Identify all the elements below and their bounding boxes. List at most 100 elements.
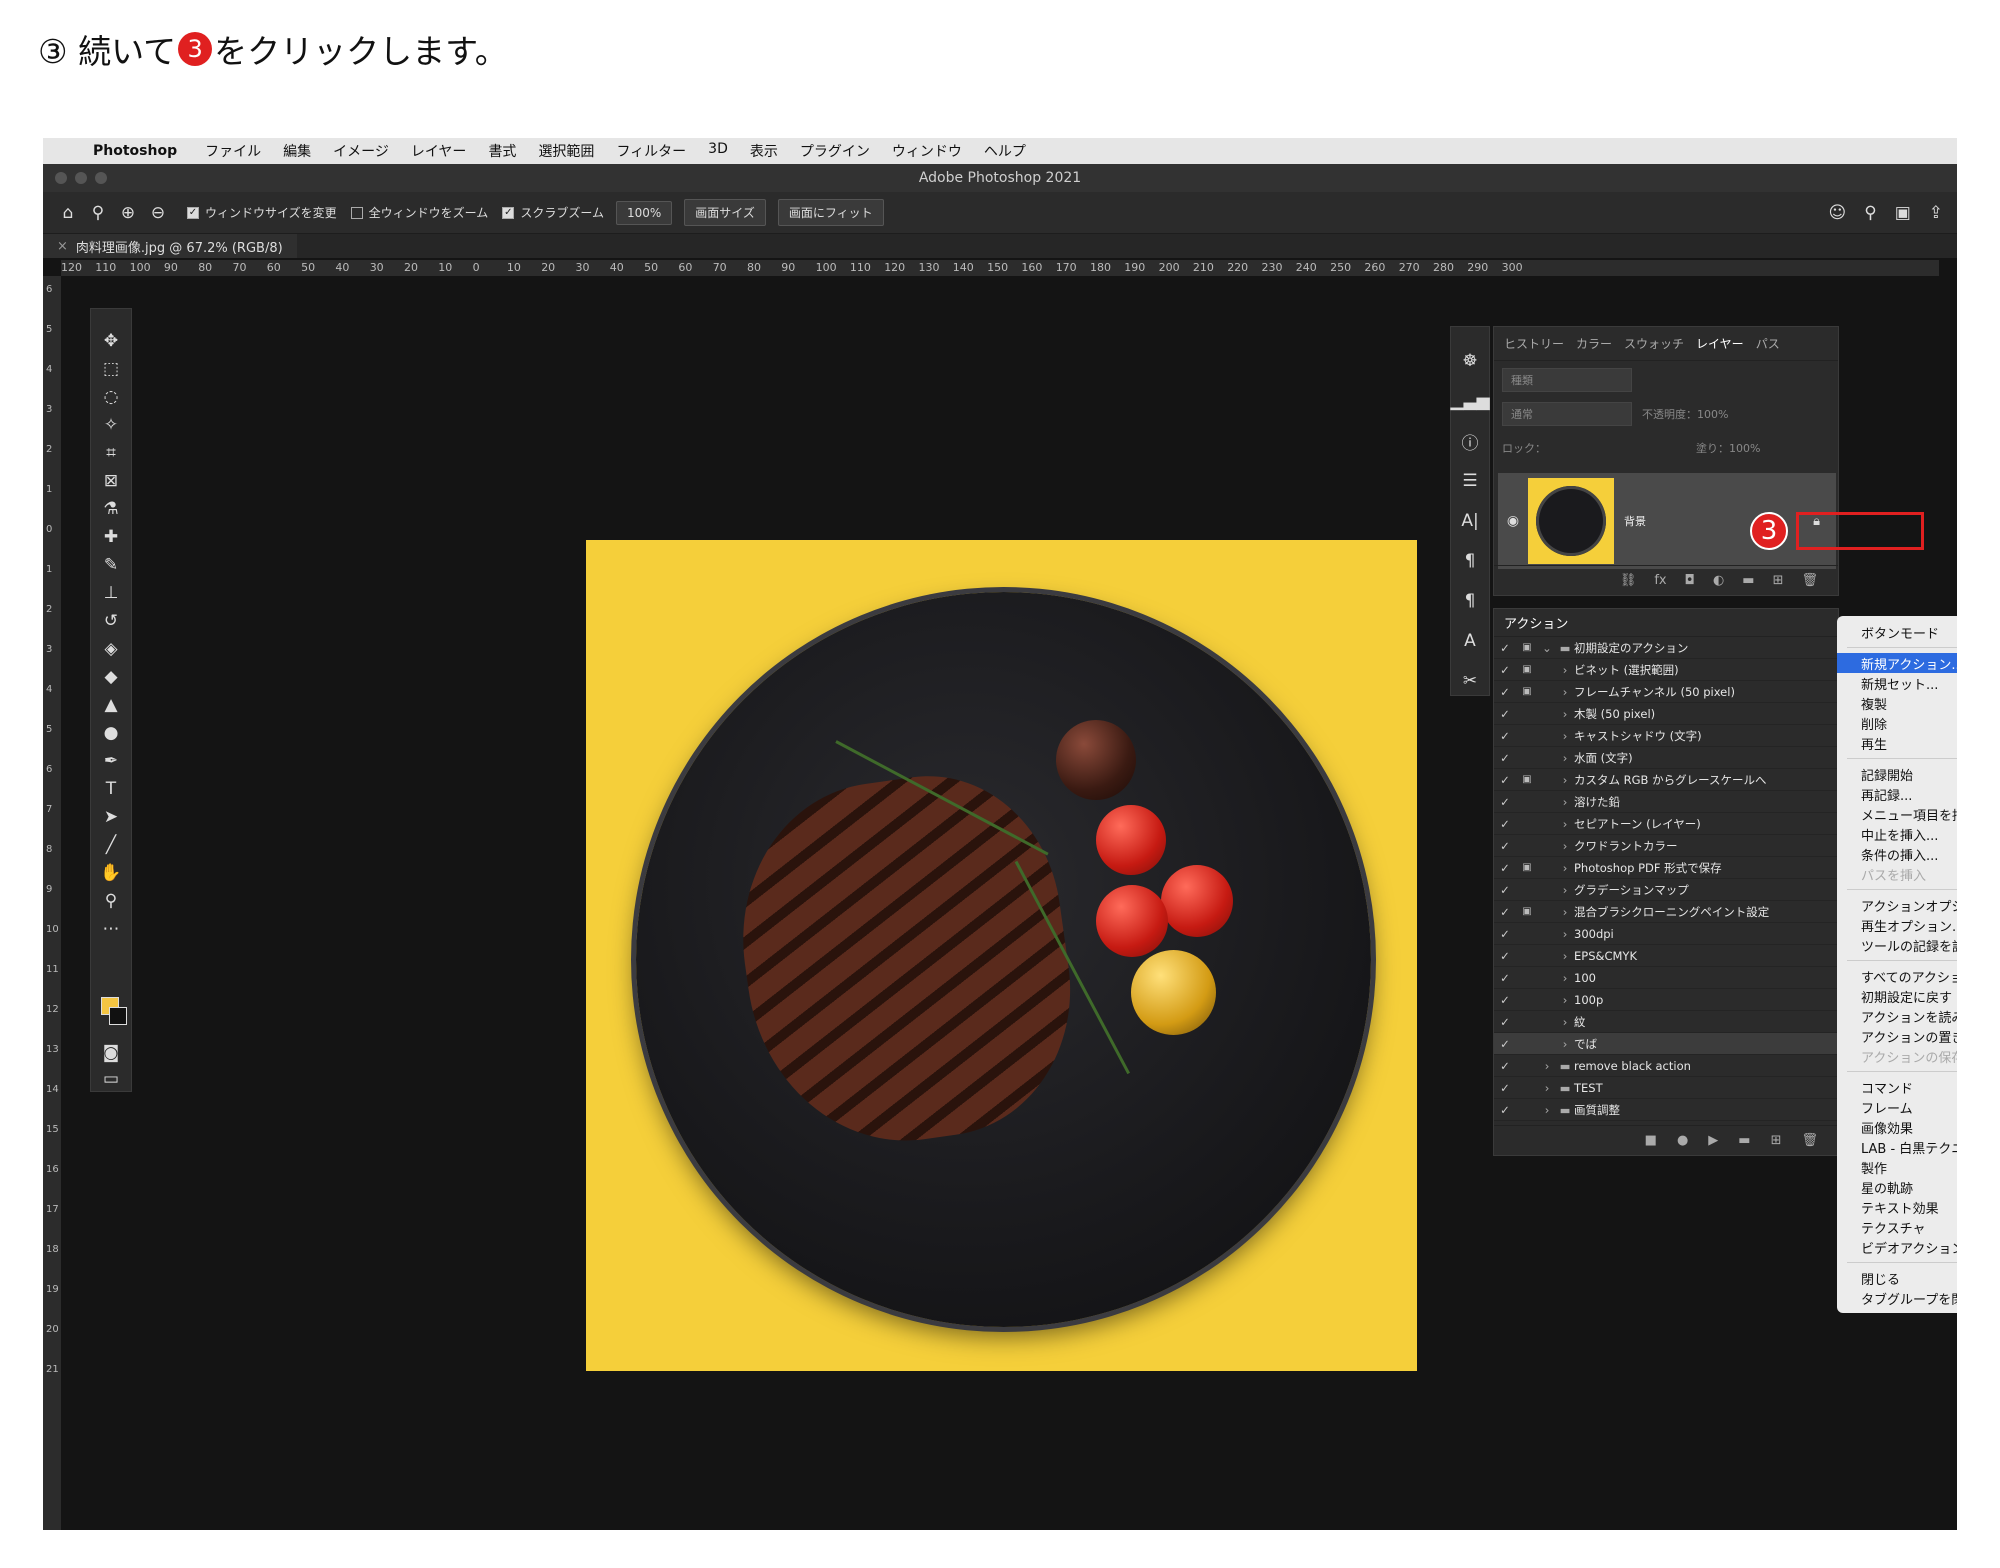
eyedropper-icon[interactable]: ⚗	[91, 495, 131, 523]
search-icon[interactable]: ⚲	[1864, 203, 1876, 223]
pen-tool-icon[interactable]: ✒	[91, 747, 131, 775]
chevron-right-icon[interactable]: ›	[1556, 905, 1574, 919]
stamp-tool-icon[interactable]: ⊥	[91, 579, 131, 607]
fill-field[interactable]: 100%	[1729, 442, 1760, 455]
stop-icon[interactable]: ■	[1645, 1133, 1657, 1148]
check-icon[interactable]: ✓	[1494, 707, 1516, 721]
context-menu-item[interactable]: 再生オプション...	[1837, 915, 1957, 935]
action-row[interactable]: ✓ ▣ › フレームチャンネル (50 pixel)	[1494, 681, 1838, 703]
menu-item[interactable]: レイヤー	[411, 141, 467, 161]
context-menu-item[interactable]: 星の軌跡	[1837, 1177, 1957, 1197]
close-tab-icon[interactable]: ×	[57, 239, 68, 254]
context-menu-item[interactable]: 再記録...	[1837, 784, 1957, 804]
menu-item[interactable]: プラグイン	[800, 141, 870, 161]
context-menu-item[interactable]: 新規セット...	[1837, 673, 1957, 693]
context-menu-item[interactable]: テクスチャ	[1837, 1217, 1957, 1237]
dialog-toggle-icon[interactable]: ▣	[1516, 774, 1538, 785]
marquee-tool-icon[interactable]: ⬚	[91, 355, 131, 383]
check-icon[interactable]: ✓	[1494, 773, 1516, 787]
action-row[interactable]: ✓ › 溶けた鉛	[1494, 791, 1838, 813]
check-icon[interactable]: ✓	[1494, 927, 1516, 941]
context-menu-item[interactable]: メニュー項目を挿	[1837, 804, 1957, 824]
action-row[interactable]: ✓ › EPS&CMYK	[1494, 945, 1838, 967]
zoom-tool-icon[interactable]: ⚲	[91, 887, 131, 915]
menu-item[interactable]: ヘルプ	[984, 141, 1026, 161]
menu-item[interactable]: 編集	[283, 141, 311, 161]
dialog-toggle-icon[interactable]: ▣	[1516, 664, 1538, 675]
trash-icon[interactable]: 🗑︎	[1801, 573, 1818, 588]
scrubby-zoom-checkbox[interactable]: ✓ スクラブズーム	[502, 204, 604, 221]
check-icon[interactable]: ✓	[1494, 1103, 1516, 1117]
context-menu-item[interactable]: アクションの置き	[1837, 1026, 1957, 1046]
check-icon[interactable]: ✓	[1494, 1015, 1516, 1029]
zoom-out-icon[interactable]: ⊖	[143, 203, 173, 223]
paragraph-style-icon[interactable]: ¶	[1451, 581, 1489, 621]
document-tab[interactable]: × 肉料理画像.jpg @ 67.2% (RGB/8)	[43, 234, 297, 258]
navigator-icon[interactable]: ☸	[1451, 341, 1489, 381]
workspace-icon[interactable]: ▣	[1895, 203, 1911, 223]
context-menu-item[interactable]: 削除	[1837, 713, 1957, 733]
context-menu-item[interactable]: LAB - 白黒テクニ	[1837, 1137, 1957, 1157]
chevron-right-icon[interactable]: ›	[1556, 883, 1574, 897]
move-tool-icon[interactable]: ✥	[91, 327, 131, 355]
dodge-tool-icon[interactable]: ●	[91, 719, 131, 747]
action-set-row[interactable]: ✓ ▣ ⌄ ▬ 初期設定のアクション	[1494, 637, 1838, 659]
chevron-right-icon[interactable]: ›	[1556, 707, 1574, 721]
action-row[interactable]: ✓ › 木製 (50 pixel)	[1494, 703, 1838, 725]
check-icon[interactable]: ✓	[1494, 641, 1516, 655]
visibility-eye-icon[interactable]: ◉	[1498, 513, 1528, 529]
fit-screen-button[interactable]: 画面サイズ	[684, 199, 766, 226]
check-icon[interactable]: ✓	[1494, 1059, 1516, 1073]
magic-wand-icon[interactable]: ✧	[91, 411, 131, 439]
dialog-toggle-icon[interactable]: ▣	[1516, 686, 1538, 697]
action-row[interactable]: ✓ › 300dpi	[1494, 923, 1838, 945]
chevron-right-icon[interactable]: ›	[1556, 839, 1574, 853]
menu-item[interactable]: フィルター	[616, 141, 686, 161]
action-row[interactable]: ✓ › クワドラントカラー	[1494, 835, 1838, 857]
character-icon[interactable]: A|	[1451, 501, 1489, 541]
history-brush-icon[interactable]: ↺	[91, 607, 131, 635]
panel-tab[interactable]: ヒストリー	[1504, 335, 1564, 352]
chevron-right-icon[interactable]: ›	[1556, 1015, 1574, 1029]
user-icon[interactable]: ☺	[1829, 203, 1847, 223]
histogram-icon[interactable]: ▁▃▅	[1450, 381, 1489, 421]
context-menu-item[interactable]: コマンド	[1837, 1077, 1957, 1097]
check-icon[interactable]: ✓	[1494, 685, 1516, 699]
chevron-icon[interactable]: ›	[1538, 1059, 1556, 1073]
action-row[interactable]: ✓ › 水面 (文字)	[1494, 747, 1838, 769]
check-icon[interactable]: ✓	[1494, 1037, 1516, 1051]
zoom-window-button[interactable]	[95, 172, 107, 184]
layer-filter-dropdown[interactable]: 種類	[1502, 368, 1632, 392]
chevron-right-icon[interactable]: ›	[1556, 729, 1574, 743]
context-menu-item[interactable]: 記録開始	[1837, 764, 1957, 784]
delete-action-icon[interactable]: 🗑︎	[1801, 1133, 1818, 1148]
check-icon[interactable]: ✓	[1494, 861, 1516, 875]
share-icon[interactable]: ⇪	[1929, 203, 1943, 223]
action-row[interactable]: ✓ › グラデーションマップ	[1494, 879, 1838, 901]
menu-item[interactable]: 選択範囲	[538, 141, 594, 161]
context-menu-item[interactable]: アクションを読み	[1837, 1006, 1957, 1026]
check-icon[interactable]: ✓	[1494, 949, 1516, 963]
menu-item[interactable]: ファイル	[205, 141, 261, 161]
context-menu-item[interactable]: ツールの記録を許	[1837, 935, 1957, 955]
check-icon[interactable]: ✓	[1494, 729, 1516, 743]
path-select-icon[interactable]: ➤	[91, 803, 131, 831]
action-row[interactable]: ✓ › 100	[1494, 967, 1838, 989]
chevron-right-icon[interactable]: ›	[1556, 685, 1574, 699]
context-menu-item[interactable]: 再生	[1837, 733, 1957, 753]
context-menu-item[interactable]: 初期設定に戻す	[1837, 986, 1957, 1006]
menu-app-name[interactable]: Photoshop	[93, 143, 177, 159]
add-mask-icon[interactable]: ◘	[1685, 573, 1695, 588]
chevron-right-icon[interactable]: ›	[1556, 993, 1574, 1007]
chevron-right-icon[interactable]: ›	[1556, 817, 1574, 831]
tools-preset-icon[interactable]: ✂	[1451, 661, 1489, 701]
chevron-icon[interactable]: ›	[1538, 1081, 1556, 1095]
new-group-icon[interactable]: ▬	[1742, 573, 1754, 588]
chevron-right-icon[interactable]: ›	[1556, 927, 1574, 941]
context-menu-item[interactable]: 複製	[1837, 693, 1957, 713]
context-menu-item[interactable]: ボタンモード	[1837, 622, 1957, 642]
record-icon[interactable]: ●	[1677, 1133, 1688, 1148]
action-row[interactable]: ✓ ▣ › カスタム RGB からグレースケールへ	[1494, 769, 1838, 791]
screen-mode-icon[interactable]: ▭	[91, 1065, 131, 1093]
close-window-button[interactable]	[55, 172, 67, 184]
